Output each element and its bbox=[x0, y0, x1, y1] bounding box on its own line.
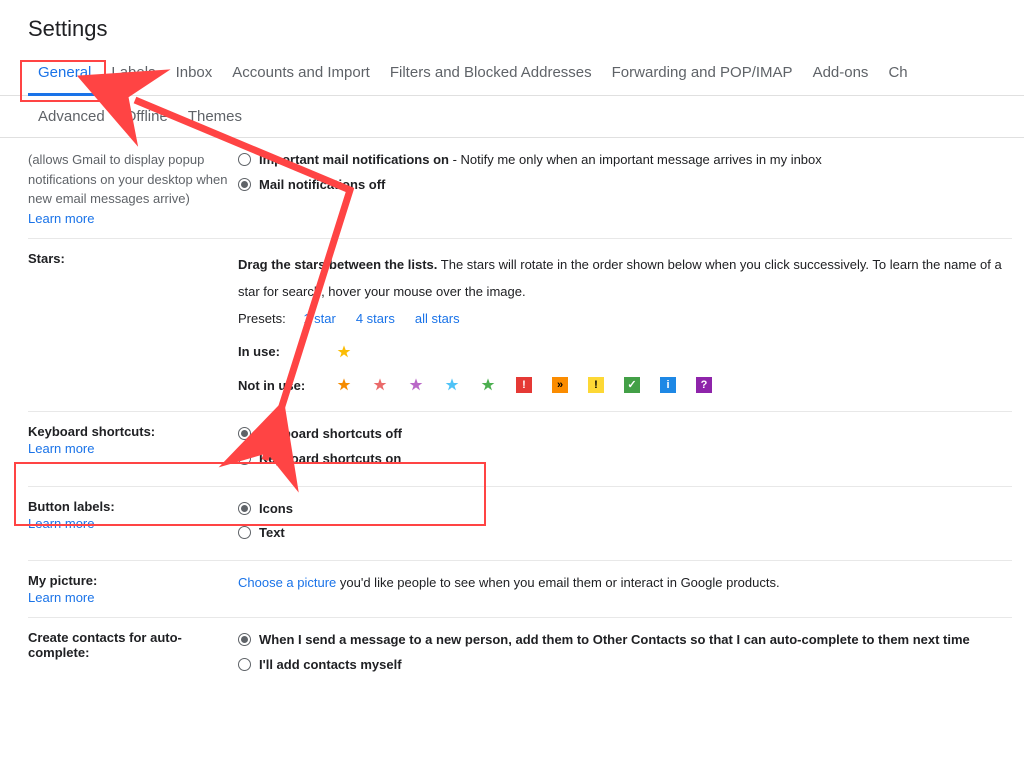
radio-manual-contacts[interactable] bbox=[238, 658, 251, 671]
settings-content: (allows Gmail to display popup notificat… bbox=[0, 138, 1024, 692]
row-keyboard-shortcuts: Keyboard shortcuts: Learn more Keyboard … bbox=[28, 412, 1012, 487]
square-icon-red[interactable]: ! bbox=[516, 377, 532, 393]
page-title: Settings bbox=[28, 16, 996, 42]
radio-mail-off[interactable] bbox=[238, 178, 251, 191]
star-icon-blue[interactable] bbox=[444, 377, 460, 393]
square-icon-purple[interactable]: ? bbox=[696, 377, 712, 393]
radio-label-important-on: Important mail notifications on - Notify… bbox=[259, 150, 822, 171]
radio-label-shortcuts-off: Keyboard shortcuts off bbox=[259, 424, 402, 445]
buttonlabels-label: Button labels: bbox=[28, 499, 115, 514]
stars-not-in-use: Not in use: ! » ! ✓ i ? bbox=[238, 372, 1012, 399]
square-icon-orange[interactable]: » bbox=[552, 377, 568, 393]
tab-themes[interactable]: Themes bbox=[178, 96, 252, 137]
tabs-row-2: Advanced Offline Themes bbox=[0, 96, 1024, 138]
learn-more-link[interactable]: Learn more bbox=[28, 590, 94, 605]
radio-label-manual-contacts: I'll add contacts myself bbox=[259, 655, 402, 676]
tab-more[interactable]: Ch bbox=[878, 52, 917, 95]
learn-more-link[interactable]: Learn more bbox=[28, 516, 94, 531]
learn-more-link[interactable]: Learn more bbox=[28, 441, 94, 456]
star-icon-orange[interactable] bbox=[336, 377, 352, 393]
preset-4stars[interactable]: 4 stars bbox=[356, 305, 395, 332]
radio-text[interactable] bbox=[238, 526, 251, 539]
tab-forwarding[interactable]: Forwarding and POP/IMAP bbox=[602, 52, 803, 95]
stars-in-use: In use: bbox=[238, 338, 1012, 365]
row-create-contacts: Create contacts for auto-complete: When … bbox=[28, 618, 1012, 692]
radio-important-on[interactable] bbox=[238, 153, 251, 166]
square-icon-blue[interactable]: i bbox=[660, 377, 676, 393]
settings-header: Settings bbox=[0, 0, 1024, 52]
row-stars: Stars: Drag the stars between the lists.… bbox=[28, 239, 1012, 412]
square-icon-green[interactable]: ✓ bbox=[624, 377, 640, 393]
tabs-row-1: General Labels Inbox Accounts and Import… bbox=[0, 52, 1024, 96]
tab-advanced[interactable]: Advanced bbox=[28, 96, 115, 137]
choose-picture-link[interactable]: Choose a picture bbox=[238, 575, 336, 590]
tab-general[interactable]: General bbox=[28, 52, 101, 96]
tab-inbox[interactable]: Inbox bbox=[166, 52, 223, 95]
learn-more-link[interactable]: Learn more bbox=[28, 211, 94, 226]
row-notifications: (allows Gmail to display popup notificat… bbox=[28, 138, 1012, 239]
star-icon-purple[interactable] bbox=[408, 377, 424, 393]
radio-icons[interactable] bbox=[238, 502, 251, 515]
stars-presets: Presets: 1 star 4 stars all stars bbox=[238, 305, 1012, 332]
contacts-label: Create contacts for auto-complete: bbox=[28, 630, 182, 660]
radio-label-text: Text bbox=[259, 523, 285, 544]
row-my-picture: My picture: Learn more Choose a picture … bbox=[28, 561, 1012, 618]
square-icon-yellow[interactable]: ! bbox=[588, 377, 604, 393]
picture-desc: you'd like people to see when you email … bbox=[336, 575, 779, 590]
tab-labels[interactable]: Labels bbox=[101, 52, 165, 95]
preset-1star[interactable]: 1 star bbox=[303, 305, 336, 332]
radio-shortcuts-off[interactable] bbox=[238, 427, 251, 440]
tab-filters[interactable]: Filters and Blocked Addresses bbox=[380, 52, 602, 95]
radio-label-shortcuts-on: Keyboard shortcuts on bbox=[259, 449, 401, 470]
star-icon-green[interactable] bbox=[480, 377, 496, 393]
radio-shortcuts-on[interactable] bbox=[238, 452, 251, 465]
stars-description: Drag the stars between the lists. The st… bbox=[238, 251, 1012, 306]
radio-label-auto-contacts: When I send a message to a new person, a… bbox=[259, 630, 970, 651]
star-icon-yellow[interactable] bbox=[336, 344, 352, 360]
picture-label: My picture: bbox=[28, 573, 97, 588]
stars-label: Stars: bbox=[28, 251, 65, 266]
radio-auto-contacts[interactable] bbox=[238, 633, 251, 646]
notifications-desc: (allows Gmail to display popup notificat… bbox=[28, 152, 227, 206]
radio-label-mail-off: Mail notifications off bbox=[259, 175, 385, 196]
tab-offline[interactable]: Offline bbox=[115, 96, 178, 137]
star-icon-red[interactable] bbox=[372, 377, 388, 393]
keyboard-label: Keyboard shortcuts: bbox=[28, 424, 155, 439]
tab-addons[interactable]: Add-ons bbox=[803, 52, 879, 95]
tab-accounts[interactable]: Accounts and Import bbox=[222, 52, 380, 95]
radio-label-icons: Icons bbox=[259, 499, 293, 520]
row-button-labels: Button labels: Learn more Icons Text bbox=[28, 487, 1012, 562]
preset-allstars[interactable]: all stars bbox=[415, 305, 460, 332]
